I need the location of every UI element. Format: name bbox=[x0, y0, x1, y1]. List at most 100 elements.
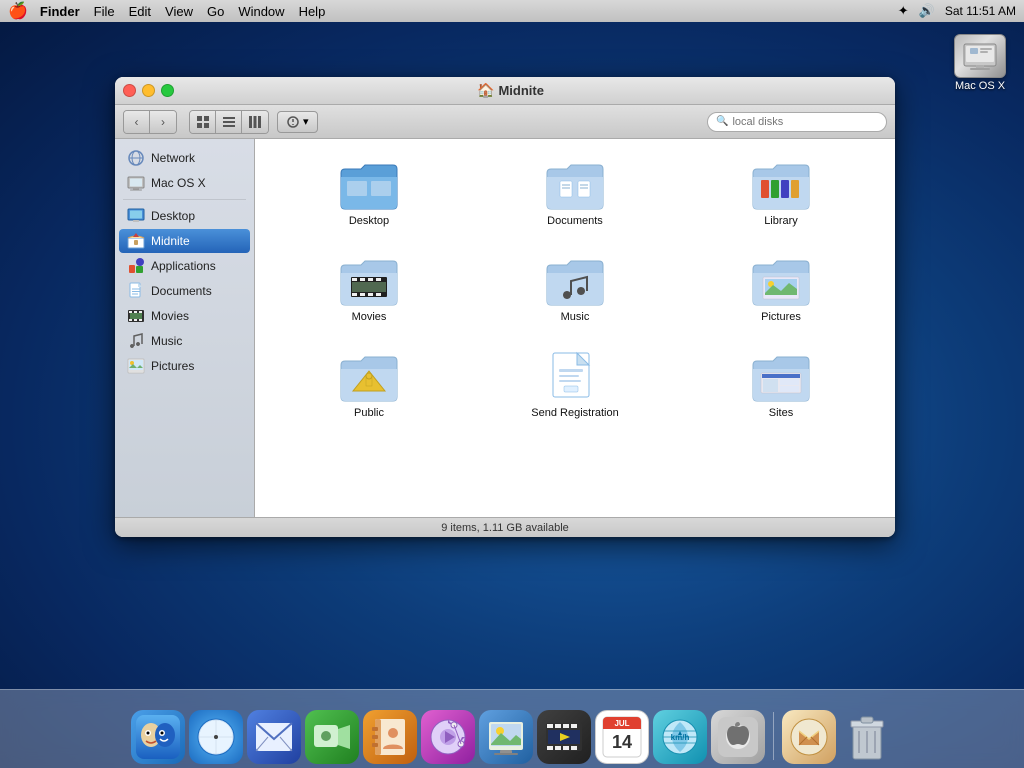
public-file-label: Public bbox=[354, 407, 384, 419]
traffic-lights bbox=[123, 84, 174, 97]
dock-item-internetconnect[interactable]: km/h bbox=[653, 710, 707, 764]
desktop-file-label: Desktop bbox=[349, 215, 389, 227]
menubar-view[interactable]: View bbox=[165, 4, 193, 19]
imovie-dock-icon bbox=[537, 710, 591, 764]
icon-view-button[interactable] bbox=[190, 111, 216, 133]
sidebar-midnite-label: Midnite bbox=[151, 234, 190, 248]
file-area: Desktop bbox=[255, 139, 895, 517]
window-title-text: Midnite bbox=[498, 83, 544, 98]
status-bar: 9 items, 1.11 GB available bbox=[115, 517, 895, 537]
sidebar-item-music[interactable]: Music bbox=[119, 329, 250, 353]
midnite-icon bbox=[127, 232, 145, 250]
list-view-button[interactable] bbox=[216, 111, 242, 133]
dock-item-itunes[interactable] bbox=[421, 710, 475, 764]
desktop-hd-icon[interactable]: Mac OS X bbox=[954, 34, 1006, 92]
file-desktop[interactable]: Desktop bbox=[271, 155, 467, 231]
sidebar-item-macosx[interactable]: Mac OS X bbox=[119, 171, 250, 195]
dock-item-ical[interactable]: JUL 14 bbox=[595, 710, 649, 764]
menubar-edit[interactable]: Edit bbox=[129, 4, 151, 19]
minimize-button[interactable] bbox=[142, 84, 155, 97]
column-view-button[interactable] bbox=[242, 111, 268, 133]
sidebar-desktop-label: Desktop bbox=[151, 209, 195, 223]
action-button[interactable]: ▾ bbox=[277, 111, 318, 133]
file-send-registration[interactable]: Send Registration bbox=[477, 347, 673, 423]
desktop: Mac OS X 🏠 Midnite ‹ › bbox=[0, 22, 1024, 689]
dock-item-iphoto[interactable] bbox=[479, 710, 533, 764]
sidebar-item-applications[interactable]: Applications bbox=[119, 254, 250, 278]
sidebar-documents-label: Documents bbox=[151, 284, 212, 298]
webmail-dock-icon bbox=[782, 710, 836, 764]
pictures-folder-icon bbox=[751, 255, 811, 309]
music-icon bbox=[127, 332, 145, 350]
dock-item-systemprefs[interactable] bbox=[711, 710, 765, 764]
menubar-file[interactable]: File bbox=[94, 4, 115, 19]
sidebar-item-documents[interactable]: Documents bbox=[119, 279, 250, 303]
file-documents[interactable]: Documents bbox=[477, 155, 673, 231]
dock-item-trash[interactable] bbox=[840, 710, 894, 764]
bluetooth-icon[interactable]: ✦ bbox=[898, 3, 909, 19]
back-button[interactable]: ‹ bbox=[124, 111, 150, 133]
sidebar-movies-label: Movies bbox=[151, 309, 189, 323]
sidebar-item-movies[interactable]: Movies bbox=[119, 304, 250, 328]
dock-item-webmail[interactable] bbox=[782, 710, 836, 764]
menubar-finder[interactable]: Finder bbox=[40, 4, 80, 19]
sidebar-applications-label: Applications bbox=[151, 259, 216, 273]
file-movies[interactable]: Movies bbox=[271, 251, 467, 327]
sidebar-item-midnite[interactable]: Midnite bbox=[119, 229, 250, 253]
menubar-help[interactable]: Help bbox=[299, 4, 326, 19]
file-sites[interactable]: Sites bbox=[683, 347, 879, 423]
sidebar-item-pictures[interactable]: Pictures bbox=[119, 354, 250, 378]
documents-file-label: Documents bbox=[547, 215, 603, 227]
file-pictures[interactable]: Pictures bbox=[683, 251, 879, 327]
apple-menu[interactable]: 🍎 bbox=[8, 1, 28, 21]
close-button[interactable] bbox=[123, 84, 136, 97]
send-registration-label: Send Registration bbox=[531, 407, 618, 419]
desktop-icon-small bbox=[127, 207, 145, 225]
menubar-window[interactable]: Window bbox=[238, 4, 284, 19]
titlebar: 🏠 Midnite bbox=[115, 77, 895, 105]
iphoto-dock-icon bbox=[479, 710, 533, 764]
sidebar-macosx-label: Mac OS X bbox=[151, 176, 206, 190]
hd-icon-image bbox=[954, 34, 1006, 78]
file-library[interactable]: Library bbox=[683, 155, 879, 231]
svg-text:14: 14 bbox=[611, 732, 631, 752]
hd-icon-label: Mac OS X bbox=[955, 80, 1005, 92]
menubar-go[interactable]: Go bbox=[207, 4, 224, 19]
pictures-file-label: Pictures bbox=[761, 311, 801, 323]
dock-item-facetime[interactable] bbox=[305, 710, 359, 764]
sidebar: Network Mac OS X bbox=[115, 139, 255, 517]
sidebar-item-network[interactable]: Network bbox=[119, 146, 250, 170]
finder-dock-icon bbox=[131, 710, 185, 764]
internetconnect-dock-icon: km/h bbox=[653, 710, 707, 764]
status-text: 9 items, 1.11 GB available bbox=[441, 522, 569, 534]
music-file-label: Music bbox=[561, 311, 590, 323]
search-bar[interactable]: 🔍 bbox=[707, 112, 887, 132]
sidebar-network-label: Network bbox=[151, 151, 195, 165]
file-music[interactable]: Music bbox=[477, 251, 673, 327]
mail-dock-icon bbox=[247, 710, 301, 764]
window-title: 🏠 Midnite bbox=[184, 82, 837, 99]
dock-separator bbox=[773, 712, 774, 760]
dock-item-imovie[interactable] bbox=[537, 710, 591, 764]
dock-item-mail[interactable] bbox=[247, 710, 301, 764]
trash-dock-icon bbox=[840, 710, 894, 764]
dock-item-finder[interactable] bbox=[131, 710, 185, 764]
dock-item-addressbook[interactable] bbox=[363, 710, 417, 764]
maximize-button[interactable] bbox=[161, 84, 174, 97]
datetime-display: Sat 11:51 AM bbox=[945, 4, 1016, 18]
movies-file-label: Movies bbox=[352, 311, 387, 323]
dock: JUL 14 km/h bbox=[0, 689, 1024, 768]
applications-icon bbox=[127, 257, 145, 275]
sidebar-item-desktop[interactable]: Desktop bbox=[119, 204, 250, 228]
volume-icon[interactable]: 🔊 bbox=[919, 3, 935, 19]
nav-buttons: ‹ › bbox=[123, 110, 177, 134]
file-public[interactable]: Public bbox=[271, 347, 467, 423]
search-input[interactable] bbox=[732, 116, 878, 128]
forward-button[interactable]: › bbox=[150, 111, 176, 133]
sidebar-pictures-label: Pictures bbox=[151, 359, 194, 373]
safari-dock-icon bbox=[189, 710, 243, 764]
toolbar: ‹ › bbox=[115, 105, 895, 139]
menubar-right: ✦ 🔊 Sat 11:51 AM bbox=[898, 3, 1016, 19]
movies-icon bbox=[127, 307, 145, 325]
dock-item-safari[interactable] bbox=[189, 710, 243, 764]
